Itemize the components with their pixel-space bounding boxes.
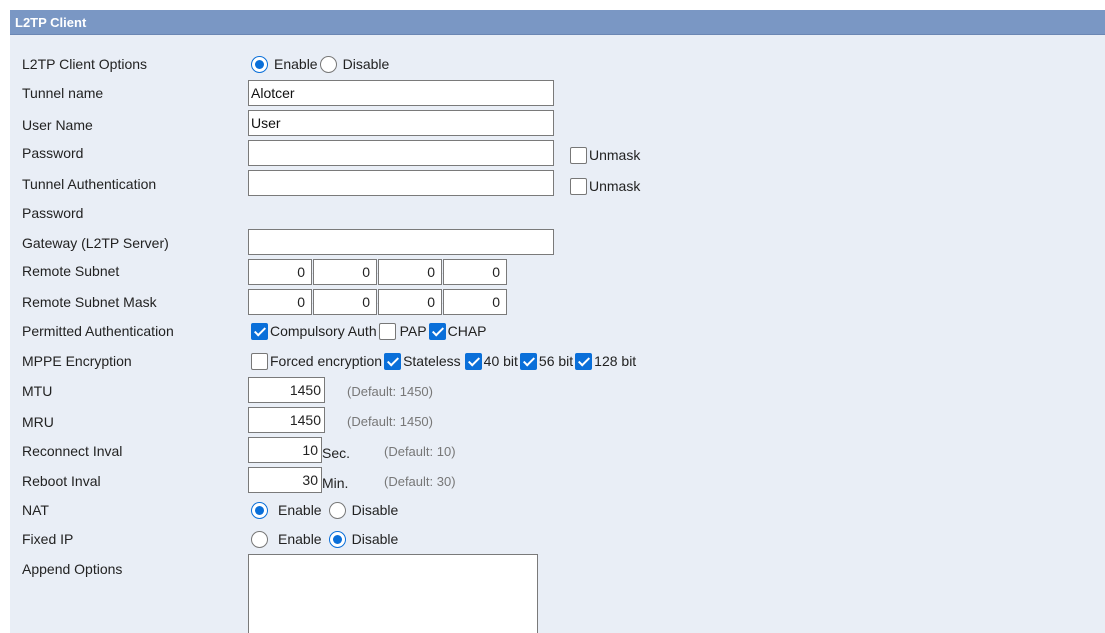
client-disable-label: Disable [342, 56, 390, 72]
mtu-default-hint: (Default: 1450) [347, 384, 433, 399]
reboot-input[interactable]: 30 [248, 467, 322, 493]
user-name-label: User Name [22, 117, 93, 133]
reconnect-unit: Sec. [322, 445, 351, 461]
nat-radio-group: Enable Disable [248, 501, 398, 519]
mru-default-hint: (Default: 1450) [347, 414, 433, 429]
mppe-40bit-label: 40 bit [483, 353, 518, 369]
permitted-auth-label: Permitted Authentication [22, 323, 174, 339]
forced-encryption-label: Forced encryption [270, 353, 383, 369]
gateway-input[interactable] [248, 229, 554, 255]
chap-label: CHAP [447, 323, 487, 339]
remote-subnet-mask-label: Remote Subnet Mask [22, 294, 157, 310]
stateless-checkbox[interactable] [384, 352, 402, 370]
mppe-40bit-checkbox[interactable] [464, 352, 482, 370]
subnet-mask-octet-3[interactable]: 0 [378, 289, 442, 315]
client-enable-radio[interactable] [251, 55, 268, 73]
nat-enable-label: Enable [278, 502, 322, 518]
tunnel-auth-label-password: Password [22, 205, 84, 221]
fixed-ip-label: Fixed IP [22, 531, 74, 547]
mppe-group: Forced encryption Stateless 40 bit 56 bi… [248, 352, 636, 370]
reboot-default-hint: (Default: 30) [384, 474, 456, 489]
subnet-mask-octet-2[interactable]: 0 [313, 289, 377, 315]
gateway-label: Gateway (L2TP Server) [22, 235, 169, 251]
fixed-ip-radio-group: Enable Disable [248, 530, 398, 548]
tunnel-auth-unmask-checkbox[interactable] [570, 177, 587, 195]
password-unmask-checkbox[interactable] [570, 146, 587, 164]
remote-subnet-octet-4[interactable]: 0 [443, 259, 507, 285]
compulsory-auth-label: Compulsory Auth [270, 323, 377, 339]
password-unmask-label: Unmask [589, 147, 641, 163]
user-name-input[interactable]: User [248, 110, 554, 136]
remote-subnet-ip: 0 . 0 . 0 . 0 [248, 259, 507, 285]
remote-subnet-octet-1[interactable]: 0 [248, 259, 312, 285]
remote-subnet-octet-3[interactable]: 0 [378, 259, 442, 285]
fixed-ip-disable-label: Disable [351, 531, 399, 547]
nat-label: NAT [22, 502, 49, 518]
permitted-auth-group: Compulsory Auth PAP CHAP [248, 322, 487, 340]
subnet-mask-octet-1[interactable]: 0 [248, 289, 312, 315]
tunnel-name-input[interactable]: Alotcer [248, 80, 554, 106]
l2tp-client-panel: L2TP Client L2TP Client Options Enable D… [10, 10, 1105, 633]
tunnel-auth-unmask: Unmask [570, 177, 640, 195]
tunnel-name-label: Tunnel name [22, 85, 104, 101]
fixed-ip-disable-radio[interactable] [328, 530, 346, 548]
panel-header: L2TP Client [10, 10, 1105, 35]
nat-disable-label: Disable [351, 502, 399, 518]
forced-encryption-checkbox[interactable] [251, 352, 268, 370]
reboot-unit: Min. [322, 475, 349, 491]
append-options-label: Append Options [22, 561, 123, 577]
mru-label: MRU [22, 414, 54, 430]
fixed-ip-enable-label: Enable [278, 531, 322, 547]
mtu-input[interactable]: 1450 [248, 377, 325, 403]
stateless-label: Stateless [403, 353, 461, 369]
mppe-128bit-checkbox[interactable] [575, 352, 593, 370]
append-options-textarea[interactable] [248, 554, 538, 633]
reconnect-default-hint: (Default: 10) [384, 444, 456, 459]
tunnel-auth-password-input[interactable] [248, 170, 554, 196]
remote-subnet-octet-2[interactable]: 0 [313, 259, 377, 285]
pap-label: PAP [399, 323, 427, 339]
compulsory-auth-checkbox[interactable] [251, 322, 268, 340]
password-unmask: Unmask [570, 146, 640, 164]
reboot-label: Reboot Inval [22, 473, 101, 489]
tunnel-auth-label: Tunnel Authentication [22, 176, 157, 192]
remote-subnet-label: Remote Subnet [22, 263, 120, 279]
mppe-56bit-label: 56 bit [538, 353, 574, 369]
mppe-label: MPPE Encryption [22, 353, 132, 369]
client-options-label: L2TP Client Options [22, 56, 148, 72]
client-enable-label: Enable [274, 56, 318, 72]
nat-enable-radio[interactable] [251, 501, 268, 519]
mtu-label: MTU [22, 383, 53, 399]
password-label: Password [22, 145, 84, 161]
tunnel-auth-unmask-label: Unmask [589, 178, 641, 194]
mppe-128bit-label: 128 bit [594, 353, 637, 369]
mru-input[interactable]: 1450 [248, 407, 325, 433]
reconnect-label: Reconnect Inval [22, 443, 123, 459]
mppe-56bit-checkbox[interactable] [519, 352, 537, 370]
pap-checkbox[interactable] [378, 322, 396, 340]
remote-subnet-mask-ip: 0 . 0 . 0 . 0 [248, 289, 507, 315]
fixed-ip-enable-radio[interactable] [251, 530, 268, 548]
subnet-mask-octet-4[interactable]: 0 [443, 289, 507, 315]
client-options-radio-group: Enable Disable [248, 55, 389, 73]
client-disable-radio[interactable] [319, 55, 337, 73]
chap-checkbox[interactable] [428, 322, 446, 340]
password-input[interactable] [248, 140, 554, 166]
reconnect-input[interactable]: 10 [248, 437, 322, 463]
nat-disable-radio[interactable] [328, 501, 346, 519]
